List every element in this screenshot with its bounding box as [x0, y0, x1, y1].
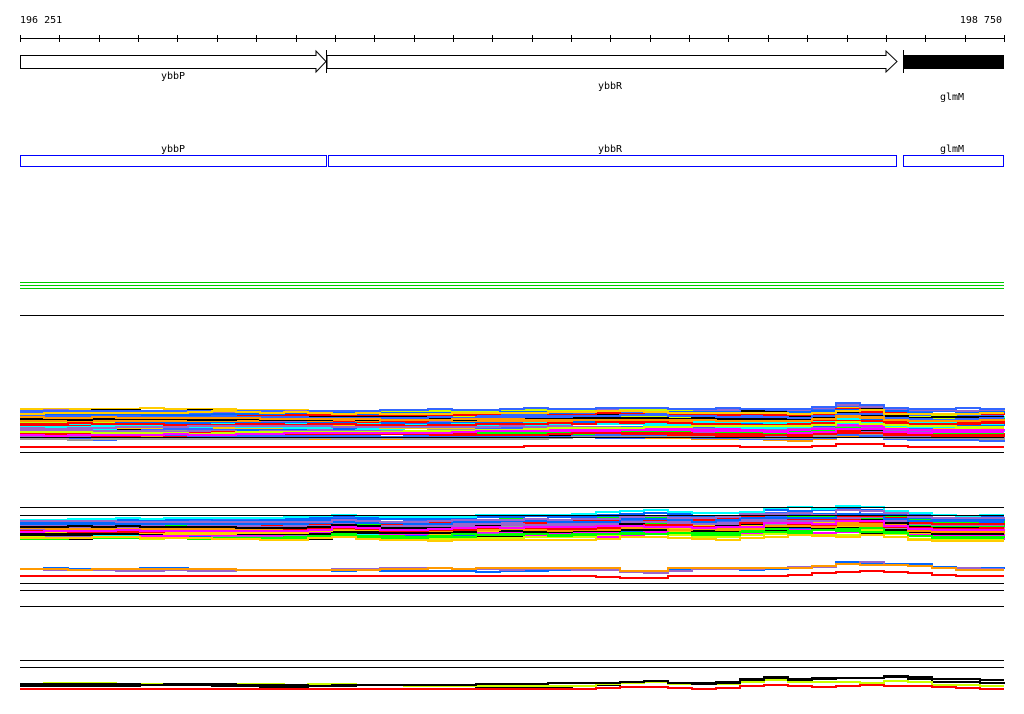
coverage-line — [20, 570, 1004, 579]
annotation-label: ybbR — [598, 144, 623, 155]
gene-ybbP-arrow[interactable] — [20, 49, 327, 74]
ruler-start-label: 196 251 — [20, 15, 62, 26]
coverage-track-3 — [20, 660, 1005, 690]
gene-track: ybbP ybbR glmM — [20, 49, 1004, 103]
reference-lines — [20, 282, 1004, 316]
gene-label: glmM — [940, 92, 964, 103]
gene-label: ybbP — [161, 71, 185, 82]
annotation-label: glmM — [940, 144, 964, 155]
annotation-label: ybbP — [161, 144, 185, 155]
coverage-track-1 — [20, 402, 1005, 453]
genome-browser-view: 196 251 198 750 ybbP ybbR glmM ybbP ybbR… — [0, 0, 1024, 714]
annotation-track: ybbP ybbR glmM — [20, 144, 1004, 167]
ruler-end-label: 198 750 — [960, 15, 1002, 26]
gene-glmM-box[interactable] — [903, 55, 1004, 69]
annotation-box-ybbP[interactable] — [20, 155, 327, 167]
annotation-box-ybbR[interactable] — [328, 155, 897, 167]
coverage-line — [20, 443, 1004, 448]
gene-ybbR-arrow[interactable] — [326, 49, 898, 74]
gene-label: ybbR — [598, 81, 623, 92]
position-ruler — [20, 35, 1005, 42]
annotation-box-glmM[interactable] — [903, 155, 1004, 167]
coverage-track-2 — [20, 505, 1005, 607]
tracks-canvas: 196 251 198 750 ybbP ybbR glmM ybbP ybbR… — [20, 15, 1005, 690]
